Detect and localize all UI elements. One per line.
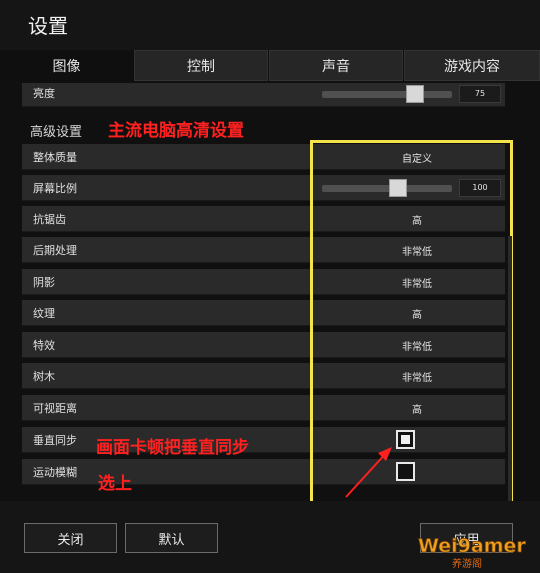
setting-label: 树木 xyxy=(33,370,55,383)
brightness-slider[interactable] xyxy=(322,85,452,103)
setting-label: 屏幕比例 xyxy=(33,182,77,195)
default-button[interactable]: 默认 xyxy=(125,523,218,553)
tab-controls[interactable]: 控制 xyxy=(134,50,268,81)
annotation-vsync-note-2: 选上 xyxy=(98,474,132,494)
setting-label: 纹理 xyxy=(33,307,55,320)
brightness-value[interactable]: 75 xyxy=(459,85,501,103)
title-bar: 设置 xyxy=(0,0,540,50)
tab-bar: 图像 控制 声音 游戏内容 xyxy=(0,50,540,81)
svg-text:养游阁: 养游阁 xyxy=(452,557,482,570)
setting-label: 垂直同步 xyxy=(33,434,77,447)
setting-label: 后期处理 xyxy=(33,244,77,257)
brightness-label: 亮度 xyxy=(33,87,55,100)
setting-label: 可视距离 xyxy=(33,402,77,415)
setting-label: 阴影 xyxy=(33,276,55,289)
setting-row-brightness: 亮度 75 xyxy=(22,83,505,107)
setting-label: 抗锯齿 xyxy=(33,213,66,226)
section-title-advanced: 高级设置 xyxy=(30,125,83,140)
annotation-vsync-note-1: 画面卡顿把垂直同步 xyxy=(96,438,249,458)
tab-gameplay[interactable]: 游戏内容 xyxy=(404,50,540,81)
svg-text:Wei9amer: Wei9amer xyxy=(418,535,526,557)
annotation-arrow-icon xyxy=(345,447,392,498)
setting-label: 整体质量 xyxy=(33,151,77,164)
brightness-slider-thumb[interactable] xyxy=(406,85,424,103)
watermark-logo: Wei9amer 养游阁 xyxy=(414,526,532,570)
window-title: 设置 xyxy=(28,14,68,38)
setting-label: 特效 xyxy=(33,339,55,352)
close-button[interactable]: 关闭 xyxy=(24,523,117,553)
watermark-logo-icon: Wei9amer 养游阁 xyxy=(418,535,527,570)
settings-panel: 亮度 75 高级设置 主流电脑高清设置 整体质量 自定义 屏幕比例 100 抗锯… xyxy=(0,81,540,556)
tab-sound[interactable]: 声音 xyxy=(269,50,403,81)
annotation-header-note: 主流电脑高清设置 xyxy=(108,121,244,141)
setting-label: 运动模糊 xyxy=(33,466,77,479)
tab-graphics[interactable]: 图像 xyxy=(0,50,133,81)
